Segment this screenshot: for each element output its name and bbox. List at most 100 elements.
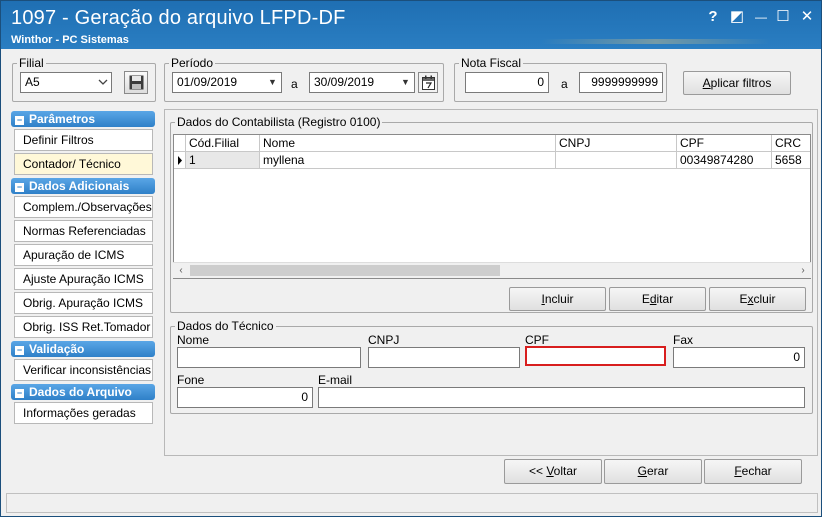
collapse-icon[interactable]: −	[15, 346, 24, 355]
voltar-accel: V	[546, 464, 554, 478]
tecnico-fone-label: Fone	[177, 373, 205, 387]
excluir-button[interactable]: Excluir	[709, 287, 806, 311]
gerar-label: erar	[647, 464, 669, 478]
period-end-value: 30/09/2019	[314, 75, 375, 89]
title-bar[interactable]: 1097 - Geração do arquivo LFPD-DF Wintho…	[1, 1, 821, 49]
fechar-accel: F	[734, 464, 742, 478]
sidebar-item-informacoes[interactable]: Informações geradas	[14, 402, 153, 424]
collapse-icon[interactable]: −	[15, 116, 24, 125]
period-start-date[interactable]: 01/09/2019 ▼	[172, 72, 282, 93]
excluir-label: cluir	[753, 292, 776, 306]
title-decoration	[541, 39, 771, 44]
close-icon[interactable]: ✕	[797, 7, 817, 27]
period-start-value: 01/09/2019	[177, 75, 238, 89]
fechar-label: echar	[741, 464, 772, 478]
table-row-cell-cpf[interactable]: 00349874280	[677, 152, 772, 169]
dropdown-arrow-icon[interactable]: ▼	[397, 73, 414, 92]
help-icon[interactable]: ?	[703, 7, 723, 27]
filial-value: A5	[25, 75, 40, 89]
tecnico-email-input[interactable]	[318, 387, 805, 408]
section-dados-arquivo[interactable]: − Dados do Arquivo	[11, 384, 155, 400]
minimize-icon[interactable]: —	[751, 7, 771, 27]
section-dados-arquivo-label: Dados do Arquivo	[29, 385, 132, 399]
table-row-cell-cnpj[interactable]	[556, 152, 677, 169]
column-header-cnpj[interactable]: CNPJ	[556, 135, 677, 152]
grid-corner	[174, 135, 186, 152]
sidebar-item-verificar[interactable]: Verificar inconsistências	[14, 359, 153, 381]
scroll-thumb[interactable]	[190, 265, 500, 276]
sidebar-item-normas[interactable]: Normas Referenciadas	[14, 220, 153, 242]
section-parametros-label: Parâmetros	[29, 112, 96, 126]
editar-prefix: E	[641, 292, 650, 306]
section-dados-adicionais-label: Dados Adicionais	[29, 179, 130, 193]
dropdown-arrow-icon[interactable]: ▼	[264, 73, 281, 92]
section-validacao-label: Validação	[29, 342, 85, 356]
scroll-right-icon[interactable]: ›	[795, 263, 811, 278]
sidebar-item-ajuste-apuracao[interactable]: Ajuste Apuração ICMS	[14, 268, 153, 290]
scroll-left-icon[interactable]: ‹	[173, 263, 189, 278]
row-pointer-icon	[178, 156, 182, 165]
table-row-cell-nome[interactable]: myllena	[260, 152, 556, 169]
gerar-button[interactable]: Gerar	[604, 459, 702, 484]
tecnico-cpf-input[interactable]	[525, 346, 666, 366]
tecnico-cnpj-label: CNPJ	[368, 333, 400, 347]
column-header-cod-filial[interactable]: Cód.Filial	[186, 135, 260, 152]
main-window: 1097 - Geração do arquivo LFPD-DF Wintho…	[0, 0, 822, 517]
filial-select[interactable]: A5	[20, 72, 112, 93]
grid-horizontal-scrollbar[interactable]: ‹ ›	[173, 262, 811, 278]
sidebar-item-complem[interactable]: Complem./Observações	[14, 196, 153, 218]
editar-button[interactable]: Editar	[609, 287, 706, 311]
apply-filters-label: plicar filtros	[710, 76, 772, 90]
table-row-cell-cod-filial[interactable]: 1	[186, 152, 260, 169]
column-header-crc[interactable]: CRC	[772, 135, 810, 152]
fechar-button[interactable]: Fechar	[704, 459, 802, 484]
tecnico-fax-label: Fax	[673, 333, 694, 347]
excluir-prefix: E	[739, 292, 748, 306]
contabilista-legend: Dados do Contabilista (Registro 0100)	[177, 115, 381, 129]
row-indicator[interactable]	[174, 152, 186, 169]
sidebar-item-contador-tecnico[interactable]: Contador/ Técnico	[14, 153, 153, 175]
section-dados-adicionais[interactable]: − Dados Adicionais	[11, 178, 155, 194]
collapse-icon[interactable]: −	[15, 389, 24, 398]
voltar-label: oltar	[553, 464, 578, 478]
tecnico-nome-input[interactable]	[177, 347, 361, 368]
column-header-nome[interactable]: Nome	[260, 135, 556, 152]
period-separator: a	[291, 77, 298, 91]
sidebar-item-apuracao-icms[interactable]: Apuração de ICMS	[14, 244, 153, 266]
incluir-button[interactable]: Incluir	[509, 287, 606, 311]
calendar-button[interactable]	[418, 72, 438, 93]
chevron-down-icon[interactable]	[94, 73, 111, 92]
editar-accel: d	[649, 292, 657, 306]
periodo-legend: Período	[171, 56, 214, 70]
collapse-icon[interactable]: −	[15, 183, 24, 192]
voltar-button[interactable]: << Voltar	[504, 459, 602, 484]
sidebar-item-obrig-iss[interactable]: Obrig. ISS Ret.Tomador	[14, 316, 153, 338]
tecnico-cpf-label: CPF	[525, 333, 549, 347]
restore-icon[interactable]: ◩	[727, 7, 747, 27]
table-row-cell-crc[interactable]: 5658	[772, 152, 810, 169]
contabilista-grid[interactable]: Cód.Filial Nome CNPJ CPF CRC 1 myllena 0…	[173, 134, 811, 279]
apply-filters-button[interactable]: Aplicar filtros	[683, 71, 791, 95]
tecnico-cnpj-input[interactable]	[368, 347, 520, 368]
tecnico-fone-input[interactable]: 0	[177, 387, 313, 408]
window-title: 1097 - Geração do arquivo LFPD-DF	[11, 7, 346, 29]
apply-filters-accel: A	[702, 76, 711, 90]
section-parametros[interactable]: − Parâmetros	[11, 111, 155, 127]
save-icon	[129, 75, 144, 93]
sidebar-item-obrig-apuracao[interactable]: Obrig. Apuração ICMS	[14, 292, 153, 314]
window-subtitle: Winthor - PC Sistemas	[11, 34, 129, 46]
nota-fiscal-to-input[interactable]: 9999999999	[579, 72, 663, 93]
tecnico-legend: Dados do Técnico	[177, 319, 274, 333]
sidebar-item-definir-filtros[interactable]: Definir Filtros	[14, 129, 153, 151]
nota-fiscal-from-input[interactable]: 0	[465, 72, 549, 93]
tecnico-nome-label: Nome	[177, 333, 210, 347]
tecnico-fax-input[interactable]: 0	[673, 347, 805, 368]
section-validacao[interactable]: − Validação	[11, 341, 155, 357]
status-bar	[6, 493, 818, 513]
maximize-icon[interactable]: ☐	[773, 7, 793, 27]
column-header-cpf[interactable]: CPF	[677, 135, 772, 152]
voltar-prefix: <<	[528, 464, 547, 478]
save-button[interactable]	[124, 71, 148, 94]
period-end-date[interactable]: 30/09/2019 ▼	[309, 72, 415, 93]
calendar-icon	[422, 75, 435, 93]
